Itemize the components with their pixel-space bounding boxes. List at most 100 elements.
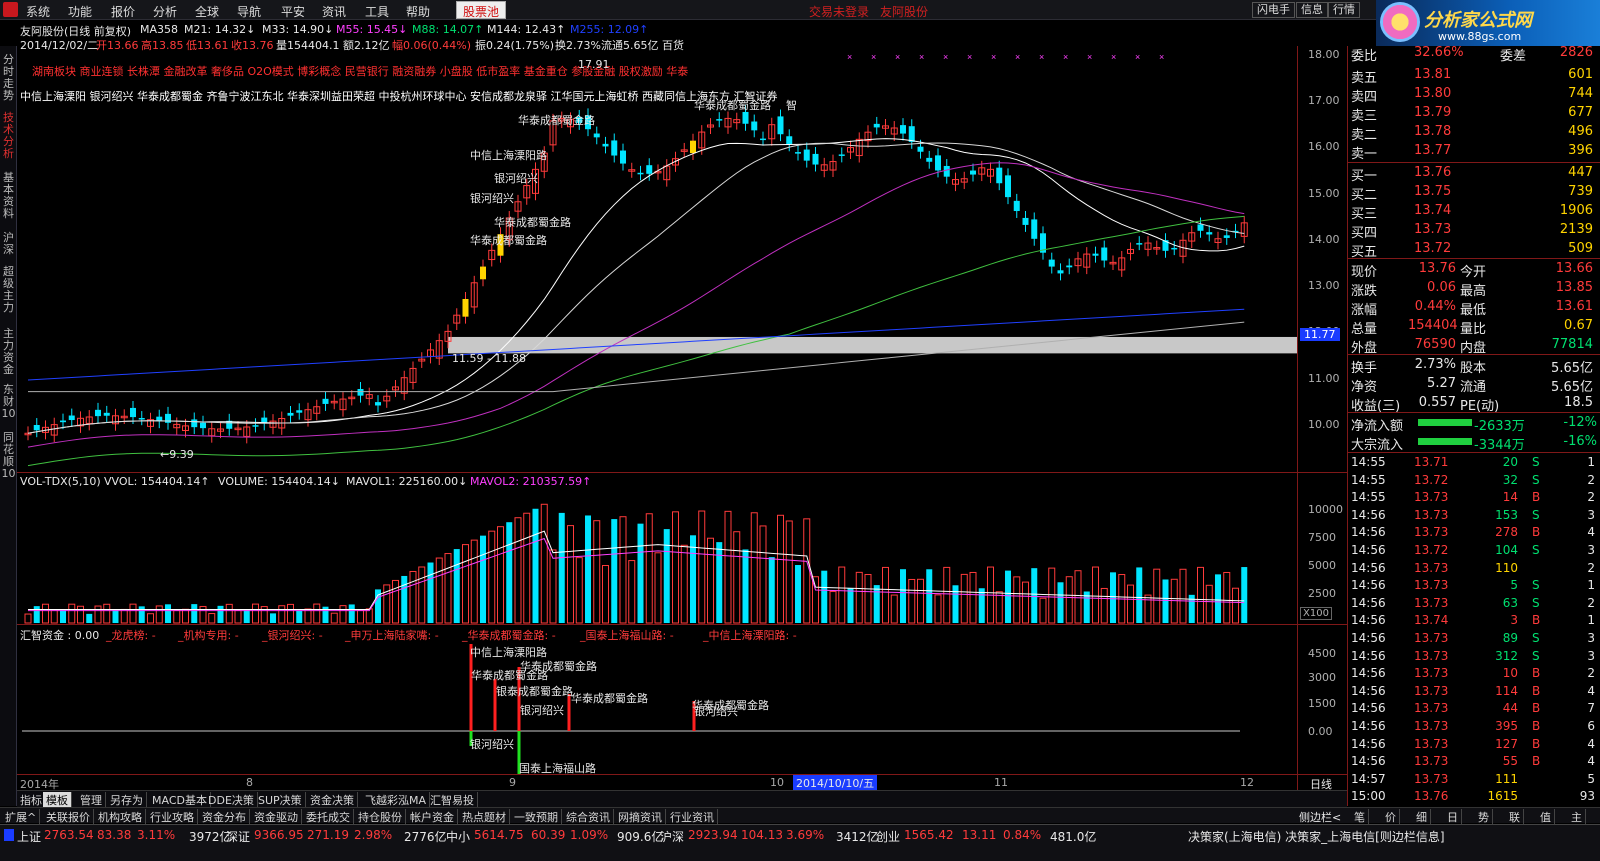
signal-mark: × (1087, 52, 1092, 62)
candle (33, 424, 40, 431)
indicator-tab[interactable]: 资金决策 (307, 792, 358, 808)
extension-tab[interactable]: 机构攻略 (95, 809, 146, 825)
volume-bar (917, 578, 924, 624)
indicator-tab[interactable]: 指标 (17, 792, 46, 808)
tick-cell: B (1532, 683, 1541, 698)
menu-item-help[interactable]: 帮助 (406, 3, 430, 20)
idx-zx-name[interactable]: 中小 (446, 828, 470, 845)
idx-hs-name[interactable]: 沪深 (660, 828, 684, 845)
indicator-tab[interactable]: MACD基本 (149, 792, 211, 808)
label: 现价 (1351, 265, 1378, 280)
tick-cell: 1 (1587, 455, 1595, 469)
extension-tab[interactable]: 热点题材 (459, 809, 510, 825)
quote-tab[interactable]: 联 (1506, 809, 1524, 825)
idx-sh-name[interactable]: 上证 (17, 828, 41, 845)
tick-row: 14:56 13.74 3 B 1 (1348, 612, 1600, 630)
tick-cell: 14:56 (1351, 525, 1386, 540)
menu-item-system[interactable]: 系统 (26, 3, 50, 20)
tick-cell: 5 (1510, 578, 1518, 593)
indicator-tab[interactable]: 管理 (77, 792, 106, 808)
volume-bar (427, 562, 434, 623)
tick-cell: 1 (1587, 613, 1595, 628)
quote-tab[interactable]: 主 (1568, 809, 1586, 825)
menu-item-global[interactable]: 全球 (195, 3, 219, 20)
indicator-tab[interactable]: 飞越彩泓MA (362, 792, 431, 808)
candle (970, 170, 976, 175)
tab-fundamentals[interactable]: 基本资料 (0, 172, 17, 220)
quote-tab[interactable]: 细 (1413, 809, 1431, 825)
menu-item-analysis[interactable]: 分析 (153, 3, 177, 20)
menu-item-function[interactable]: 功能 (68, 3, 92, 20)
tab-shsz[interactable]: 沪深 (0, 232, 17, 256)
tick-cell: 3 (1587, 631, 1595, 645)
indicator-tab[interactable]: DDE决策 (205, 792, 258, 808)
extension-tab[interactable]: 关联报价 (43, 809, 94, 825)
volume-bar (488, 530, 496, 624)
value: 13.76 (1418, 261, 1456, 276)
extension-tab[interactable]: 持仓股份 (355, 809, 406, 825)
menu-item-nav[interactable]: 导航 (237, 3, 261, 20)
value: 5.65亿 (1551, 380, 1593, 395)
trade-login-status[interactable]: 交易未登录 (809, 3, 869, 20)
volume-bar (698, 510, 706, 624)
flash-trade-button[interactable]: 闪电手 (1252, 2, 1295, 18)
extension-tab[interactable]: 网摘资讯 (615, 809, 666, 825)
idx-cy-name[interactable]: 创业 (876, 828, 900, 845)
candle (1066, 265, 1073, 268)
tick-cell: 10 (1502, 666, 1518, 681)
quote-tab[interactable]: 笔 (1351, 809, 1369, 825)
indicator-tab[interactable]: 模板 (43, 792, 72, 808)
candle (322, 398, 329, 404)
tick-cell: 3 (1587, 543, 1595, 557)
pct: -12% (1563, 415, 1597, 430)
extension-tab[interactable]: 委托成交 (303, 809, 354, 825)
volume-bar (619, 516, 627, 624)
hz-ytick: 3000 (1308, 671, 1336, 684)
menu-item-news[interactable]: 资讯 (322, 3, 346, 20)
market-button[interactable]: 行情 (1328, 2, 1360, 18)
extension-tab[interactable]: 一致预期 (511, 809, 562, 825)
hz-label: 银泰成都蜀金路 (496, 685, 573, 698)
tick-cell: 13.73 (1414, 490, 1449, 505)
tab-technical[interactable]: 技术分析 (0, 112, 17, 160)
indicator-tab[interactable]: 另存为 (107, 792, 147, 808)
extension-tab[interactable]: 综合资讯 (563, 809, 614, 825)
menu-item-quote[interactable]: 报价 (111, 3, 135, 20)
tick-cell: S (1532, 648, 1540, 663)
volume-bar (995, 591, 1003, 624)
stats2-row: 净资 5.27 流通 5.65亿 (1348, 375, 1600, 395)
label: 换手 (1351, 361, 1378, 376)
quote-tab[interactable]: 值 (1537, 809, 1555, 825)
tick-cell: 55 (1502, 754, 1518, 769)
candle (996, 167, 1003, 184)
extension-tab[interactable]: 帐户资金 (407, 809, 458, 825)
indicator-tab[interactable]: 汇智易投 (427, 792, 478, 808)
quote-tab[interactable]: 势 (1475, 809, 1493, 825)
tick-cell: 4 (1587, 754, 1595, 769)
tab-intraday[interactable]: 分时走势 (0, 54, 17, 102)
idx-sz-name[interactable]: 深证 (226, 828, 250, 845)
volume-bar (24, 613, 32, 624)
menu-item-pingan[interactable]: 平安 (281, 3, 305, 20)
tab-eastmoney[interactable]: 东财10 (0, 384, 17, 420)
extension-tab[interactable]: 扩展^ (2, 809, 41, 825)
info-button[interactable]: 信息 (1296, 2, 1328, 18)
signal-mark: × (1015, 52, 1020, 62)
tab-main-funds[interactable]: 主力资金 (0, 328, 17, 376)
extension-tab[interactable]: 资金分布 (199, 809, 250, 825)
stock-pool-button[interactable]: 股票池 (456, 1, 507, 19)
extension-tab[interactable]: 行业资讯 (667, 809, 718, 825)
tab-super-main[interactable]: 超级主力 (0, 266, 17, 314)
side-panel-toggle[interactable]: 侧边栏< (1299, 809, 1341, 825)
volume-bar (480, 535, 486, 623)
extension-tab[interactable]: 行业攻略 (147, 809, 198, 825)
indicator-tab[interactable]: SUP决策 (255, 792, 306, 808)
quote-tab[interactable]: 价 (1382, 809, 1400, 825)
signal-mark: × (871, 52, 876, 62)
menu-item-tools[interactable]: 工具 (365, 3, 389, 20)
tab-tonghuashun[interactable]: 同花顺10 (0, 432, 17, 480)
volume-bar (155, 605, 163, 624)
quote-tab[interactable]: 日 (1444, 809, 1462, 825)
extension-tab[interactable]: 资金驱动 (251, 809, 302, 825)
candle (1031, 219, 1038, 239)
